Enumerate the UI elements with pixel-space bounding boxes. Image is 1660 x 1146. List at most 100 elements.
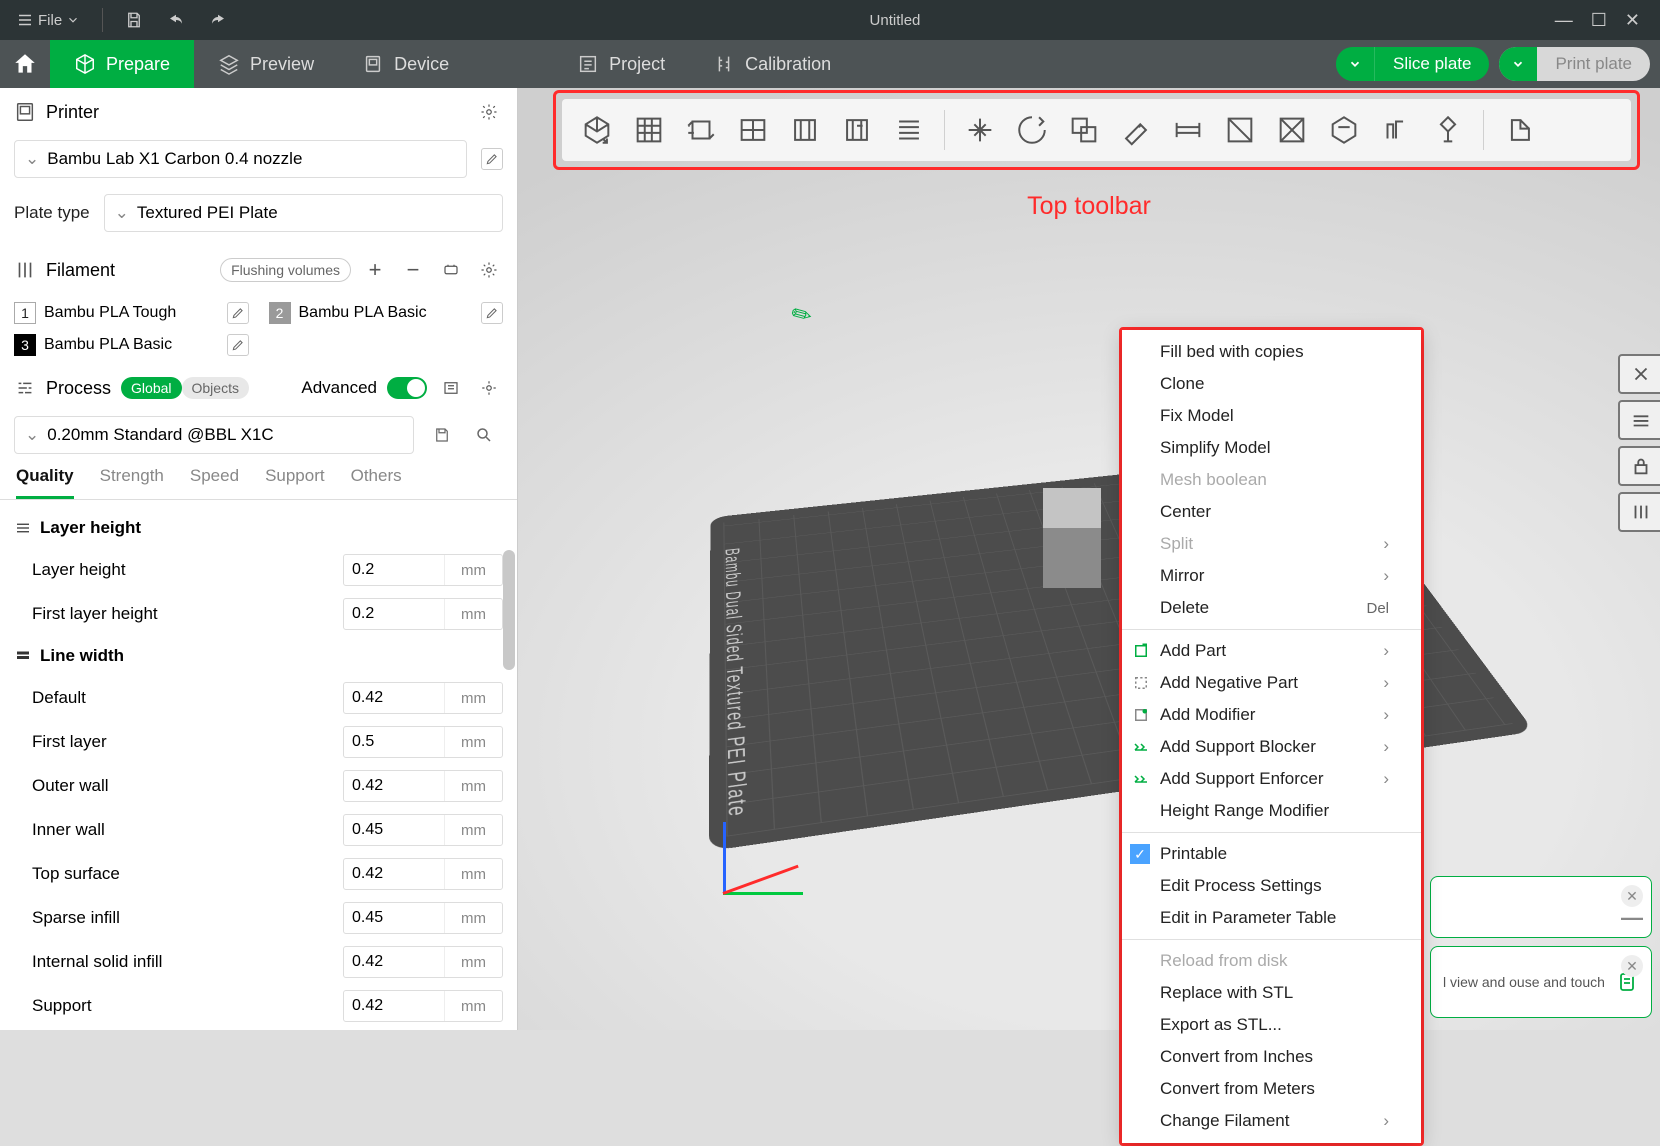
tip-minimize-button[interactable]: —	[1621, 905, 1643, 931]
flushing-volumes-button[interactable]: Flushing volumes	[220, 258, 351, 282]
ctx-center[interactable]: Center	[1122, 496, 1421, 528]
toolbar-button-16[interactable]	[1373, 107, 1419, 153]
toolbar-button-10[interactable]	[1061, 107, 1107, 153]
scrollbar-thumb[interactable]	[503, 550, 515, 670]
printer-select[interactable]: ⌄ Bambu Lab X1 Carbon 0.4 nozzle	[14, 140, 467, 178]
param-input-support[interactable]: mm	[343, 990, 503, 1022]
param-input-top-surface[interactable]: mm	[343, 858, 503, 890]
view-settings-button[interactable]	[1618, 492, 1660, 532]
ctx-height-range-modifier[interactable]: Height Range Modifier	[1122, 795, 1421, 827]
print-plate-button[interactable]: Print plate	[1499, 47, 1650, 81]
printer-settings-button[interactable]	[475, 98, 503, 126]
subtab-others[interactable]: Others	[351, 466, 402, 499]
undo-button[interactable]	[159, 5, 193, 35]
print-dropdown[interactable]	[1499, 47, 1537, 81]
ctx-convert-from-meters[interactable]: Convert from Meters	[1122, 1073, 1421, 1105]
toolbar-button-12[interactable]	[1165, 107, 1211, 153]
compare-button[interactable]	[437, 374, 465, 402]
tab-device[interactable]: Device	[338, 40, 473, 88]
param-input-first-layer[interactable]: mm	[343, 726, 503, 758]
param-input-first-layer-height[interactable]: mm	[343, 598, 503, 630]
close-button[interactable]: ✕	[1625, 10, 1640, 31]
advanced-toggle[interactable]	[387, 377, 427, 399]
toolbar-button-15[interactable]	[1321, 107, 1367, 153]
toolbar-button-11[interactable]	[1113, 107, 1159, 153]
filament-item[interactable]: 3 Bambu PLA Basic	[14, 334, 249, 356]
param-input-internal-solid[interactable]: mm	[343, 946, 503, 978]
tab-calibration[interactable]: Calibration	[689, 40, 855, 88]
home-button[interactable]	[0, 40, 50, 88]
save-button[interactable]	[117, 5, 151, 35]
filament-edit-button[interactable]	[227, 334, 249, 356]
subtab-quality[interactable]: Quality	[16, 466, 74, 499]
ctx-edit-process-settings[interactable]: Edit Process Settings	[1122, 870, 1421, 902]
toolbar-button-5[interactable]	[834, 107, 880, 153]
ctx-fill-bed-with-copies[interactable]: Fill bed with copies	[1122, 336, 1421, 368]
ctx-replace-with-stl[interactable]: Replace with STL	[1122, 977, 1421, 1009]
toolbar-button-19[interactable]	[1496, 107, 1542, 153]
toolbar-button-8[interactable]	[957, 107, 1003, 153]
maximize-button[interactable]: ☐	[1591, 10, 1607, 31]
minimize-button[interactable]: —	[1555, 10, 1573, 31]
filament-item[interactable]: 1 Bambu PLA Tough	[14, 302, 249, 324]
slice-dropdown[interactable]	[1336, 47, 1375, 81]
ctx-printable[interactable]: ✓Printable	[1122, 838, 1421, 870]
ctx-fix-model[interactable]: Fix Model	[1122, 400, 1421, 432]
ctx-simplify-model[interactable]: Simplify Model	[1122, 432, 1421, 464]
tab-preview[interactable]: Preview	[194, 40, 338, 88]
file-menu[interactable]: File	[8, 5, 88, 35]
global-pill[interactable]: Global	[121, 377, 181, 399]
filament-edit-button[interactable]	[227, 302, 249, 324]
param-input-inner-wall[interactable]: mm	[343, 814, 503, 846]
model-object[interactable]	[1043, 488, 1101, 588]
subtab-speed[interactable]: Speed	[190, 466, 239, 499]
tip-close-button[interactable]: ✕	[1621, 885, 1643, 907]
toolbar-button-13[interactable]	[1217, 107, 1263, 153]
toolbar-button-17[interactable]	[1425, 107, 1471, 153]
filament-item[interactable]: 2 Bambu PLA Basic	[269, 302, 504, 324]
ctx-convert-from-inches[interactable]: Convert from Inches	[1122, 1041, 1421, 1073]
process-preset-select[interactable]: ⌄ 0.20mm Standard @BBL X1C	[14, 416, 414, 454]
view-layers-button[interactable]	[1618, 400, 1660, 440]
objects-pill[interactable]: Objects	[182, 377, 249, 399]
param-input-default[interactable]: mm	[343, 682, 503, 714]
toolbar-button-9[interactable]	[1009, 107, 1055, 153]
toolbar-button-1[interactable]	[626, 107, 672, 153]
filament-edit-button[interactable]	[481, 302, 503, 324]
ctx-change-filament[interactable]: Change Filament›	[1122, 1105, 1421, 1137]
tab-prepare[interactable]: Prepare	[50, 40, 194, 88]
view-close-button[interactable]	[1618, 354, 1660, 394]
redo-button[interactable]	[201, 5, 235, 35]
slice-plate-button[interactable]: Slice plate	[1336, 47, 1489, 81]
ctx-edit-in-parameter-table[interactable]: Edit in Parameter Table	[1122, 902, 1421, 934]
toolbar-button-2[interactable]	[678, 107, 724, 153]
toolbar-button-14[interactable]	[1269, 107, 1315, 153]
param-input-sparse-infill[interactable]: mm	[343, 902, 503, 934]
filament-add-button[interactable]: +	[361, 256, 389, 284]
view-lock-button[interactable]	[1618, 446, 1660, 486]
filament-settings-button[interactable]	[475, 256, 503, 284]
ctx-export-as-stl-[interactable]: Export as STL...	[1122, 1009, 1421, 1041]
ctx-clone[interactable]: Clone	[1122, 368, 1421, 400]
printer-edit-button[interactable]	[481, 148, 503, 170]
filament-remove-button[interactable]: −	[399, 256, 427, 284]
subtab-support[interactable]: Support	[265, 466, 325, 499]
plate-type-select[interactable]: ⌄ Textured PEI Plate	[104, 194, 503, 232]
toolbar-button-0[interactable]	[574, 107, 620, 153]
ctx-add-support-enforcer[interactable]: Add Support Enforcer›	[1122, 763, 1421, 795]
ctx-delete[interactable]: DeleteDel	[1122, 592, 1421, 624]
tip-close-button[interactable]: ✕	[1621, 955, 1643, 977]
ctx-add-part[interactable]: Add Part›	[1122, 635, 1421, 667]
subtab-strength[interactable]: Strength	[100, 466, 164, 499]
param-input-outer-wall[interactable]: mm	[343, 770, 503, 802]
preset-save-button[interactable]	[428, 421, 456, 449]
ctx-mirror[interactable]: Mirror›	[1122, 560, 1421, 592]
process-settings-button[interactable]	[475, 374, 503, 402]
param-input-layer-height[interactable]: mm	[343, 554, 503, 586]
toolbar-button-6[interactable]	[886, 107, 932, 153]
ctx-add-negative-part[interactable]: Add Negative Part›	[1122, 667, 1421, 699]
ctx-add-modifier[interactable]: Add Modifier›	[1122, 699, 1421, 731]
ctx-add-support-blocker[interactable]: Add Support Blocker›	[1122, 731, 1421, 763]
params-scroll[interactable]: Layer height Layer height mm First layer…	[0, 500, 517, 1030]
viewport-3d[interactable]: Top toolbar ✎ Bambu Dual Sided Textured …	[518, 88, 1660, 1030]
